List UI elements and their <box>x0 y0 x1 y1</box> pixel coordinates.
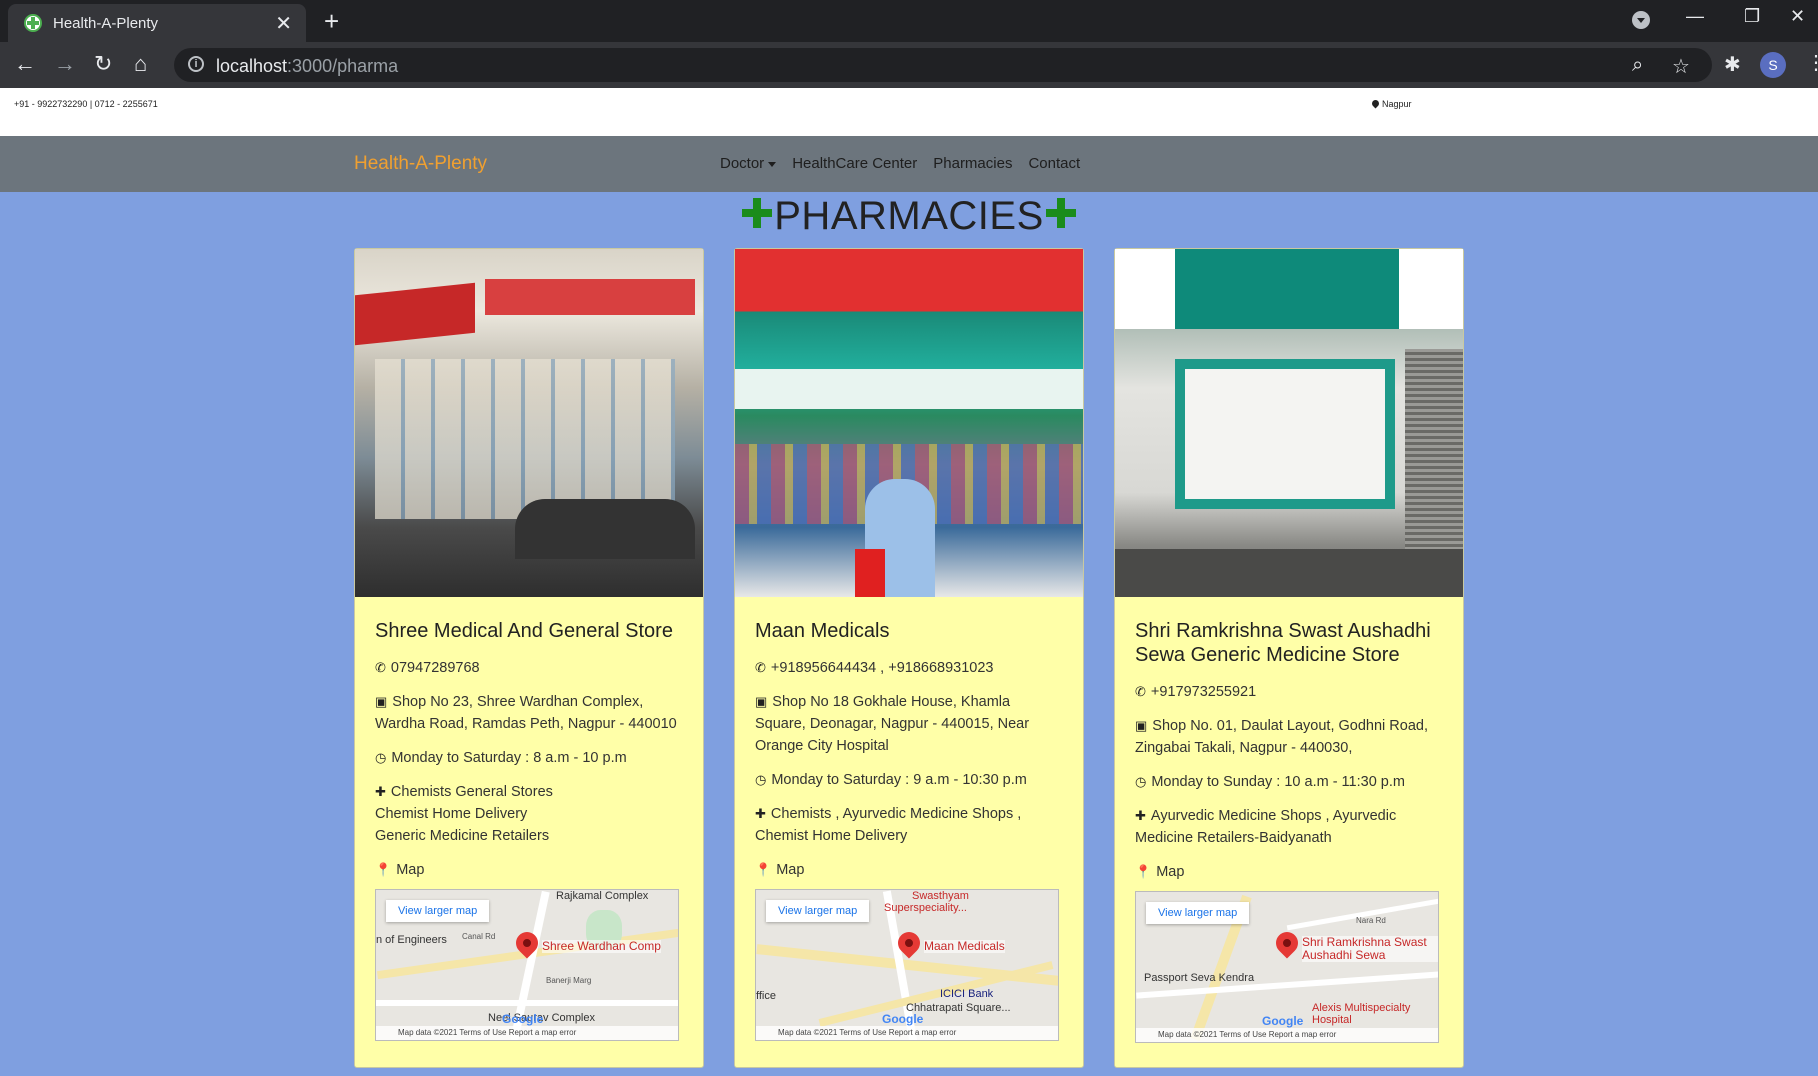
contact-topbar: +91 - 9922732290 | 0712 - 2255671 Nagpur <box>0 88 1818 136</box>
menu-kebab-icon[interactable]: ⋮ <box>1806 50 1818 75</box>
browser-toolbar: ← → ↻ ⌂ i localhost:3000/pharma ⌕ ☆ ✱ S … <box>0 42 1818 88</box>
new-tab-icon[interactable]: + <box>324 6 339 37</box>
map-heading: 📍 Map <box>755 859 1063 881</box>
map-footer: Map data ©2021 Terms of Use Report a map… <box>756 1026 1058 1040</box>
nav-doctor-dropdown[interactable]: Doctor <box>720 155 777 172</box>
pharmacy-card: Maan Medicals ✆ +918956644434 , +91866893… <box>734 248 1084 1068</box>
pharmacy-photo <box>355 249 703 597</box>
pharmacy-photo <box>735 249 1083 597</box>
plus-icon: ✚ <box>1135 808 1146 823</box>
clock-icon: ◷ <box>1135 774 1147 789</box>
map-footer: Map data ©2021 Terms of Use Report a map… <box>376 1026 678 1040</box>
map-pin-label: Maan Medicals <box>924 939 1005 953</box>
phone-numbers: +91 - 9922732290 | 0712 - 2255671 <box>14 99 158 109</box>
view-larger-map-link[interactable]: View larger map <box>1146 902 1250 924</box>
embedded-map[interactable]: View larger map Passport Seva Kendra Ale… <box>1135 891 1439 1043</box>
pharmacy-name: Shree Medical And General Store <box>375 620 673 642</box>
address-card-icon: ▣ <box>1135 718 1148 733</box>
browser-tab-strip: Health-A-Plenty ✕ + — ❐ ✕ <box>0 0 1818 42</box>
services-row: ✚ Chemists General Stores Chemist Home Del… <box>375 781 683 847</box>
nav-healthcare-center[interactable]: HealthCare Center <box>792 155 917 172</box>
pharmacy-name: Shri Ramkrishna Swast Aushadhi Sewa Gene… <box>1135 620 1431 666</box>
page-title: PHARMACIES <box>0 194 1818 239</box>
phone-row: ✆ 07947289768 <box>375 657 683 679</box>
clock-icon: ◷ <box>375 750 387 765</box>
map-heading: 📍 Map <box>375 859 683 881</box>
site-navbar: Health-A-Plenty Doctor HealthCare Center… <box>0 136 1818 192</box>
map-pin-icon[interactable] <box>1271 927 1303 959</box>
profile-avatar[interactable]: S <box>1760 52 1786 78</box>
back-icon[interactable]: ← <box>14 52 36 76</box>
favicon-icon <box>24 14 42 32</box>
map-marker-icon: 📍 <box>755 862 772 877</box>
embedded-map[interactable]: View larger map Swasthyam Superspecialit… <box>755 889 1059 1041</box>
map-marker-icon: 📍 <box>1135 864 1152 879</box>
phone-icon: ✆ <box>1135 684 1146 699</box>
pharmacy-photo <box>1115 249 1463 597</box>
view-larger-map-link[interactable]: View larger map <box>766 900 870 922</box>
nav-contact[interactable]: Contact <box>1028 155 1080 172</box>
address-row: ▣ Shop No. 01, Daulat Layout, Godhni Road… <box>1135 715 1443 759</box>
plus-icon: ✚ <box>755 806 766 821</box>
view-larger-map-link[interactable]: View larger map <box>386 900 490 922</box>
nav-links: Doctor HealthCare Center Pharmacies Cont… <box>720 155 1080 172</box>
nav-pharmacies[interactable]: Pharmacies <box>933 155 1012 172</box>
tab-title: Health-A-Plenty <box>53 15 159 32</box>
map-footer: Map data ©2021 Terms of Use Report a map… <box>1136 1028 1438 1042</box>
hours-row: ◷ Monday to Sunday : 10 a.m - 11:30 p.m <box>1135 771 1443 793</box>
close-window-icon[interactable]: ✕ <box>1790 6 1805 27</box>
zoom-icon[interactable]: ⌕ <box>1632 54 1643 77</box>
google-logo: Google <box>1262 1014 1304 1028</box>
hours-row: ◷ Monday to Saturday : 9 a.m - 10:30 p.m <box>755 769 1063 791</box>
plus-icon: ✚ <box>375 784 386 799</box>
address-bar[interactable]: i localhost:3000/pharma ⌕ ☆ <box>174 48 1712 82</box>
brand-link[interactable]: Health-A-Plenty <box>354 153 487 175</box>
google-logo: Google <box>882 1012 924 1026</box>
forward-icon[interactable]: → <box>54 52 76 76</box>
services-row: ✚ Chemists , Ayurvedic Medicine Shops , Ch… <box>755 803 1063 847</box>
url-text: localhost:3000/pharma <box>216 56 399 76</box>
home-icon[interactable]: ⌂ <box>134 52 147 76</box>
reload-icon[interactable]: ↻ <box>94 52 112 76</box>
site-info-icon[interactable]: i <box>188 56 204 72</box>
extensions-icon[interactable]: ✱ <box>1724 52 1741 77</box>
services-row: ✚ Ayurvedic Medicine Shops , Ayurvedic Med… <box>1135 805 1443 849</box>
chevron-down-icon <box>768 161 777 167</box>
hours-row: ◷ Monday to Saturday : 8 a.m - 10 p.m <box>375 747 683 769</box>
map-pin-label: Shri Ramkrishna Swast Aushadhi Sewa <box>1302 936 1438 962</box>
map-pin-label: Shree Wardhan Comp <box>542 939 661 953</box>
address-row: ▣ Shop No 18 Gokhale House, Khamla Square… <box>755 691 1063 757</box>
phone-icon: ✆ <box>755 660 766 675</box>
map-marker-icon <box>1370 98 1381 109</box>
pharmacy-name: Maan Medicals <box>755 620 890 642</box>
phone-row: ✆ +917973255921 <box>1135 681 1443 703</box>
phone-icon: ✆ <box>375 660 386 675</box>
google-logo: Google <box>502 1012 544 1026</box>
tab-search-icon[interactable] <box>1632 11 1650 29</box>
map-marker-icon: 📍 <box>375 862 392 877</box>
minimize-icon[interactable]: — <box>1686 6 1704 27</box>
pharmacy-card: Shri Ramkrishna Swast Aushadhi Sewa Gene… <box>1114 248 1464 1068</box>
embedded-map[interactable]: View larger map Rajkamal Complex n of En… <box>375 889 679 1041</box>
green-cross-icon <box>742 198 773 228</box>
restore-icon[interactable]: ❐ <box>1744 6 1760 27</box>
browser-tab[interactable]: Health-A-Plenty ✕ <box>8 4 306 42</box>
map-heading: 📍 Map <box>1135 861 1443 883</box>
address-card-icon: ▣ <box>375 694 388 709</box>
green-cross-icon <box>1045 198 1076 228</box>
phone-row: ✆ +918956644434 , +918668931023 <box>755 657 1063 679</box>
address-card-icon: ▣ <box>755 694 768 709</box>
clock-icon: ◷ <box>755 772 767 787</box>
close-tab-icon[interactable]: ✕ <box>275 11 292 36</box>
bookmark-star-icon[interactable]: ☆ <box>1672 54 1690 79</box>
pharmacy-card: Shree Medical And General Store ✆ 0794728… <box>354 248 704 1068</box>
address-row: ▣ Shop No 23, Shree Wardhan Complex, Ward… <box>375 691 683 735</box>
location: Nagpur <box>1370 98 1412 109</box>
